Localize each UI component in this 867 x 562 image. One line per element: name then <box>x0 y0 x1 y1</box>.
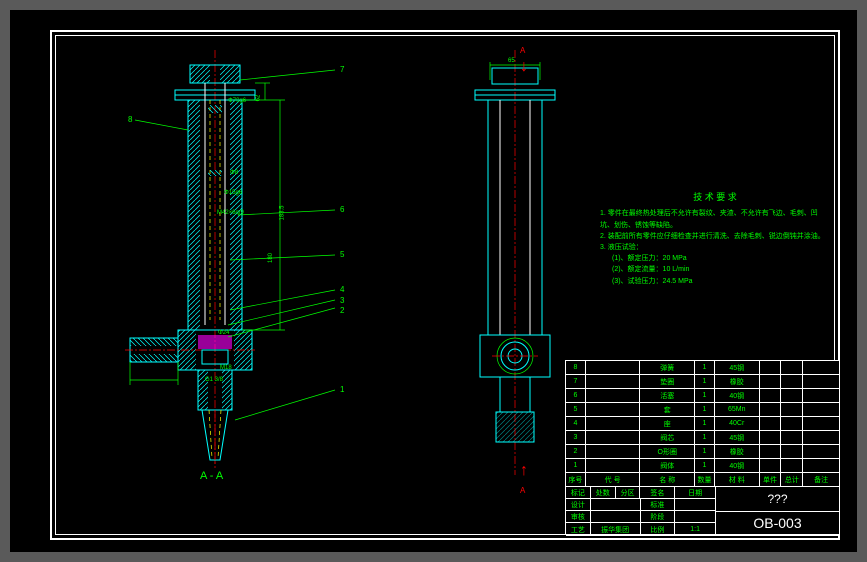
notes-line1: 1. 零件在最终热处理后不允许有裂纹、夹渣、不允许有飞边、毛刺、凹坑、划伤、锈蚀… <box>600 208 830 230</box>
dim-d11: 65 <box>508 58 515 64</box>
parts-row: 4座140Cr <box>566 417 839 431</box>
section-arrow-top: A↓ <box>520 40 528 76</box>
notes-line3a: (1)、额定压力：20 MPa <box>600 253 830 264</box>
hdr-qty: 数量 <box>695 473 715 486</box>
section-label-aa: A - A <box>200 470 223 482</box>
section-arrow-bottom: ↑A <box>520 462 528 498</box>
section-view-aa <box>110 50 340 480</box>
parts-row: 7垫圈1橡胶 <box>566 375 839 389</box>
hdr-no: 序号 <box>566 473 586 486</box>
parts-row: 1阀体140钢 <box>566 459 839 473</box>
notes-line2: 2. 装配前所有零件应仔细检查并进行清洗、去除毛刺、锐边倒钝并涂油。 <box>600 231 830 242</box>
leader-1: 1 <box>340 385 344 394</box>
leader-6: 6 <box>340 205 344 214</box>
parts-row: 5套165Mn <box>566 403 839 417</box>
parts-row: 2O形圈1橡胶 <box>566 445 839 459</box>
dim-d5: M42×6q/9 <box>217 210 244 216</box>
leader-3: 3 <box>340 296 344 305</box>
leader-5: 5 <box>340 250 344 259</box>
dim-d6: 183.5 <box>280 205 286 220</box>
side-view <box>450 50 580 480</box>
dim-d9: M18 <box>220 365 232 371</box>
hdr-mat: 材 料 <box>715 473 760 486</box>
leader-2: 2 <box>340 306 344 315</box>
notes-line3: 3. 液压试验： <box>600 242 830 253</box>
dim-d7: 180 <box>268 253 274 263</box>
hdr-wt1: 单件 <box>760 473 782 486</box>
notes-line3c: (3)、试验压力：24.5 MPa <box>600 276 830 287</box>
cad-canvas: 7 6 5 4 3 2 1 8 Φ70g6 62 Φ8 Φ15g6 M42×6q… <box>10 10 857 552</box>
dim-d4: Φ15g6 <box>224 190 242 196</box>
leader-7: 7 <box>340 65 344 74</box>
dim-d1: Φ70g6 <box>228 98 246 104</box>
drawing-number: OB-003 <box>716 512 839 536</box>
title-block: 8弹簧145钢7垫圈1橡胶6活塞140钢5套165Mn4座140Cr3阀芯145… <box>565 360 840 535</box>
dim-d2: 62 <box>255 95 261 102</box>
hdr-note: 备注 <box>803 473 839 486</box>
dim-d8: Φ24 <box>218 330 229 336</box>
notes-title: 技 术 要 求 <box>600 190 830 204</box>
hdr-code: 代 号 <box>586 473 641 486</box>
notes-line3b: (2)、额定流量：10 L/min <box>600 264 830 275</box>
hdr-wt2: 总计 <box>781 473 803 486</box>
dim-d10: G1 3/8 <box>205 377 223 383</box>
parts-row: 6活塞140钢 <box>566 389 839 403</box>
hdr-name: 名 称 <box>640 473 695 486</box>
parts-row: 3阀芯145钢 <box>566 431 839 445</box>
leader-4: 4 <box>340 285 344 294</box>
leader-8: 8 <box>128 115 132 124</box>
technical-notes: 技 术 要 求 1. 零件在最终热处理后不允许有裂纹、夹渣、不允许有飞边、毛刺、… <box>600 190 830 287</box>
dim-d3: Φ8 <box>230 170 238 176</box>
product-name: ??? <box>716 487 839 512</box>
parts-row: 8弹簧145钢 <box>566 361 839 375</box>
